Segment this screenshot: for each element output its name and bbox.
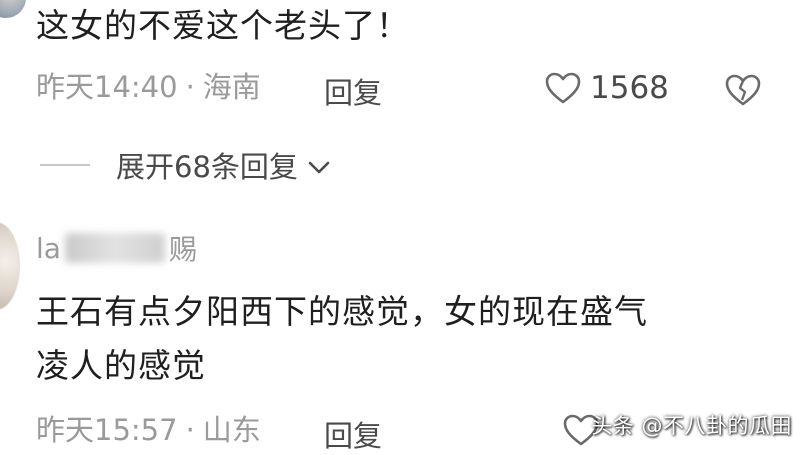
username[interactable]: la 赐: [36, 228, 197, 268]
expand-replies-label: 展开68条回复: [116, 150, 298, 184]
comment-text: 这女的不爱这个老头了！: [36, 6, 410, 45]
divider-line: [40, 164, 90, 166]
username-suffix: 赐: [168, 233, 197, 266]
expand-replies-button[interactable]: 展开68条回复: [40, 144, 330, 186]
comment-text-line-2: 凌人的感觉: [36, 346, 206, 385]
watermark: 头条 @不八卦的瓜田: [591, 414, 792, 438]
comment-meta: 昨天14:40 · 海南: [36, 70, 261, 104]
username-redaction: [64, 233, 165, 263]
avatar[interactable]: [0, 222, 20, 310]
broken-heart-icon[interactable]: [724, 73, 762, 107]
reply-button[interactable]: 回复: [324, 70, 382, 112]
comment-location: 山东: [202, 413, 261, 447]
meta-separator: ·: [185, 413, 195, 447]
reply-button[interactable]: 回复: [324, 413, 382, 455]
comment-time: 昨天14:40: [36, 70, 178, 104]
like-button[interactable]: 1568: [544, 70, 669, 106]
comment-text-line-1: 王石有点夕阳西下的感觉，女的现在盛气: [36, 292, 648, 331]
meta-separator: ·: [185, 70, 195, 104]
username-prefix: la: [36, 231, 61, 265]
avatar[interactable]: [0, 0, 26, 18]
like-count: 1568: [590, 70, 669, 106]
comment-location: 海南: [202, 70, 261, 104]
heart-outline-icon: [544, 71, 582, 105]
comment-meta: 昨天15:57 · 山东: [36, 413, 261, 447]
comment-time: 昨天15:57: [36, 413, 178, 447]
chevron-down-icon: [308, 148, 330, 182]
